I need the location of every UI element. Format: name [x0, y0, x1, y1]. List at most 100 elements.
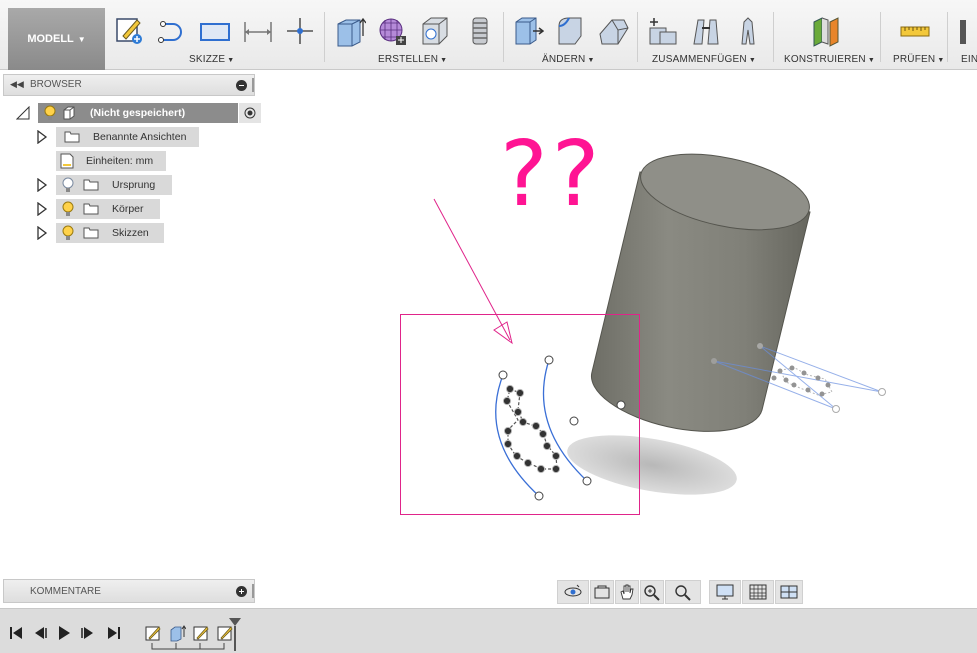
- origin-node[interactable]: Ursprung: [56, 175, 172, 195]
- comments-title: KOMMENTARE: [30, 586, 101, 597]
- timeline-feature-extrude[interactable]: [168, 624, 187, 642]
- caret-down-icon: ▼: [77, 34, 86, 44]
- grid-settings-button[interactable]: [742, 580, 774, 604]
- create-menu[interactable]: ERSTELLEN ▼: [378, 54, 447, 65]
- caret-down-icon: ▼: [748, 57, 756, 64]
- step-back-button[interactable]: [32, 625, 48, 641]
- sketch-menu[interactable]: SKIZZE ▼: [189, 54, 234, 65]
- go-to-end-button[interactable]: [106, 625, 122, 641]
- insert-icon[interactable]: [958, 14, 977, 48]
- step-forward-button[interactable]: [80, 625, 96, 641]
- zoom-window-icon: [675, 585, 691, 601]
- browser-item-bodies: Körper: [36, 199, 160, 219]
- caret-down-icon: ▼: [867, 57, 875, 64]
- caret-down-icon: ▼: [587, 57, 595, 64]
- go-to-start-button[interactable]: [8, 625, 24, 641]
- lightbulb-icon[interactable]: [61, 225, 75, 241]
- toolbar-divider: [880, 12, 881, 62]
- insert-menu-label: EIN: [961, 54, 977, 65]
- assemble-menu[interactable]: ZUSAMMENFÜGEN ▼: [652, 54, 756, 65]
- look-at-icon: [594, 585, 610, 599]
- fit-zoom-button[interactable]: [665, 580, 701, 604]
- toolbar-divider: [503, 12, 504, 62]
- component-icon: [63, 106, 75, 120]
- resize-grip[interactable]: [252, 584, 254, 598]
- lightbulb-icon[interactable]: [61, 201, 75, 217]
- arc-tool-icon[interactable]: [157, 14, 189, 48]
- annotation-question-marks: ??: [500, 122, 604, 227]
- measure-icon[interactable]: [899, 14, 931, 48]
- press-pull-icon[interactable]: [512, 14, 544, 48]
- sketch-dimension-icon[interactable]: [242, 14, 274, 48]
- step-back-icon: [35, 627, 47, 639]
- browser-panel-header: ◀◀ BROWSER: [3, 74, 255, 96]
- viewport-canvas: [400, 141, 886, 515]
- activate-component-button[interactable]: [239, 103, 261, 123]
- modify-menu[interactable]: ÄNDERN ▼: [542, 54, 595, 65]
- chamfer-icon[interactable]: [598, 14, 630, 48]
- assemble-menu-label: ZUSAMMENFÜGEN: [652, 54, 747, 65]
- insert-menu[interactable]: EIN: [961, 54, 977, 65]
- offset-plane-icon[interactable]: [810, 14, 842, 48]
- expand-arrow-icon[interactable]: [36, 130, 48, 144]
- create-sketch-icon[interactable]: [113, 14, 145, 48]
- sketches-node[interactable]: Skizzen: [56, 223, 164, 243]
- joint-icon[interactable]: [690, 14, 722, 48]
- collapse-panel-icon[interactable]: ◀◀: [10, 79, 24, 90]
- look-at-button[interactable]: [590, 580, 614, 604]
- cylinder-body[interactable]: [590, 141, 816, 432]
- browser-root-row: (Nicht gespeichert): [16, 103, 261, 123]
- toolbar-divider: [637, 12, 638, 62]
- minimize-browser-icon[interactable]: [236, 80, 247, 91]
- play-icon: [59, 626, 70, 640]
- comments-panel-header: KOMMENTARE: [3, 579, 255, 603]
- orbit-button[interactable]: [557, 580, 589, 604]
- units-node[interactable]: Einheiten: mm: [56, 151, 166, 171]
- construct-menu[interactable]: KONSTRUIEREN ▼: [784, 54, 875, 65]
- timeline-marker-handle[interactable]: [228, 617, 242, 651]
- thread-icon[interactable]: [464, 14, 496, 48]
- display-settings-button[interactable]: [709, 580, 741, 604]
- browser-item-units: Einheiten: mm: [56, 151, 166, 171]
- workspace-switcher-button[interactable]: MODELL ▼: [8, 8, 105, 70]
- named-views-node[interactable]: Benannte Ansichten: [56, 127, 199, 147]
- expand-arrow-icon[interactable]: [36, 178, 48, 192]
- rectangle-tool-icon[interactable]: [199, 14, 231, 48]
- root-label: (Nicht gespeichert): [90, 107, 186, 119]
- zoom-button[interactable]: [640, 580, 664, 604]
- expand-arrow-icon[interactable]: [36, 202, 48, 216]
- viewports-button[interactable]: [775, 580, 803, 604]
- fusion-app-window: MODELL ▼ SKIZZE ▼ ERSTELLEN ▼ ÄNDERN ▼ Z…: [0, 0, 977, 653]
- bodies-node[interactable]: Körper: [56, 199, 160, 219]
- grid-icon: [749, 584, 767, 600]
- resize-grip[interactable]: [252, 78, 254, 92]
- new-component-icon[interactable]: [646, 14, 678, 48]
- inspect-menu[interactable]: PRÜFEN ▼: [893, 54, 944, 65]
- create-menu-label: ERSTELLEN: [378, 54, 439, 65]
- point-tool-icon[interactable]: [284, 14, 316, 48]
- form-icon[interactable]: [376, 14, 408, 48]
- fillet-icon[interactable]: [555, 14, 587, 48]
- toolbar-divider: [324, 12, 325, 62]
- root-component[interactable]: (Nicht gespeichert): [38, 103, 238, 123]
- timeline-feature-sketch-2[interactable]: [192, 624, 210, 642]
- radio-active-icon: [244, 107, 256, 119]
- toolbar-divider: [947, 12, 948, 62]
- box-hole-icon[interactable]: [419, 14, 451, 48]
- play-button[interactable]: [56, 625, 72, 641]
- folder-icon: [83, 227, 99, 239]
- pan-button[interactable]: [615, 580, 639, 604]
- timeline-feature-sketch-1[interactable]: [144, 624, 162, 642]
- browser-title: BROWSER: [30, 79, 82, 90]
- skip-start-icon: [10, 627, 22, 639]
- lightbulb-icon[interactable]: [43, 105, 57, 121]
- as-built-joint-icon[interactable]: [732, 14, 764, 48]
- expand-arrow-icon[interactable]: [36, 226, 48, 240]
- skip-end-icon: [108, 627, 120, 639]
- units-label: Einheiten: mm: [86, 155, 154, 167]
- inspect-menu-label: PRÜFEN: [893, 54, 936, 65]
- lightbulb-off-icon[interactable]: [61, 177, 75, 193]
- add-comment-icon[interactable]: [236, 586, 247, 597]
- extrude-icon[interactable]: [334, 14, 366, 48]
- expanded-triangle-icon[interactable]: [16, 106, 30, 120]
